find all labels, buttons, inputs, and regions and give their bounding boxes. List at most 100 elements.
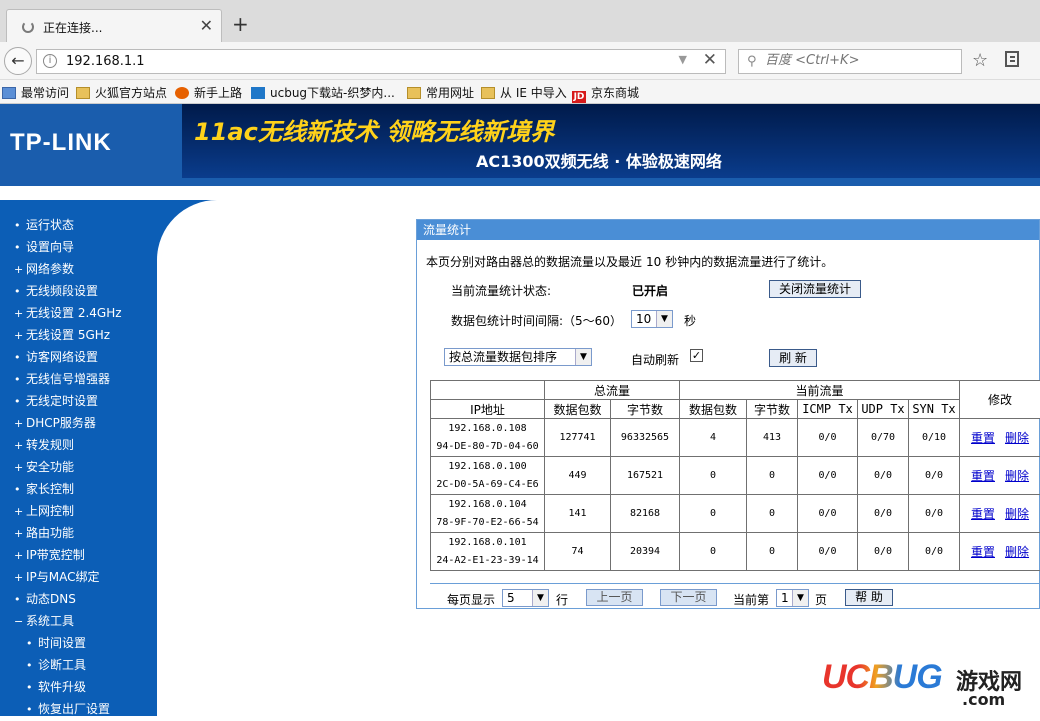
sidebar-subitem-diagnostics[interactable]: •诊断工具 [0,654,157,676]
reset-link[interactable]: 重置 [971,431,995,445]
chevron-down-icon: ▼ [532,590,548,606]
sidebar-item-dhcp[interactable]: +DHCP服务器 [0,412,157,434]
syn-cell: 0/0 [909,457,960,495]
sidebar-item-system-tools[interactable]: −系统工具 [0,610,157,632]
icmp-header: ICMP Tx [798,400,858,419]
udp-cell: 0/0 [858,533,909,571]
reading-list-icon[interactable] [1005,51,1019,67]
udp-cell: 0/0 [858,457,909,495]
sidebar-item-access-control[interactable]: +上网控制 [0,500,157,522]
firefox-icon [175,87,189,99]
sidebar-item-network-params[interactable]: +网络参数 [0,258,157,280]
per-page-unit: 行 [556,591,568,608]
sidebar-item-setup-wizard[interactable]: •设置向导 [0,236,157,258]
packets-cell: 449 [545,457,611,495]
sidebar-item-wireless-schedule[interactable]: •无线定时设置 [0,390,157,412]
url-bar[interactable]: i 192.168.1.1 ▼ ✕ [36,49,726,74]
sidebar-curve [157,200,277,260]
table-row: 192.168.0.10478-9F-70-E2-66-54 141 82168… [431,495,1040,533]
back-button[interactable]: ← [4,47,32,75]
chevron-down-icon[interactable]: ▼ [679,53,687,66]
sidebar-item-wireless-5g[interactable]: +无线设置 5GHz [0,324,157,346]
bookmark-star-icon[interactable]: ☆ [972,50,988,71]
interval-select[interactable]: 10▼ [631,310,673,328]
bytes-header: 字节数 [611,400,680,419]
ip-mac-cell: 192.168.0.10894-DE-80-7D-04-60 [431,419,545,457]
prev-page-button[interactable]: 上一页 [586,589,643,606]
udp-cell: 0/70 [858,419,909,457]
cur-bytes-header: 字节数 [747,400,798,419]
search-input[interactable] [765,53,955,68]
reset-link[interactable]: 重置 [971,469,995,483]
sidebar-subitem-time[interactable]: •时间设置 [0,632,157,654]
sidebar-item-routing[interactable]: +路由功能 [0,522,157,544]
syn-cell: 0/0 [909,495,960,533]
search-icon: ⚲ [747,54,757,69]
bookmark-jd[interactable]: JD京东商城 [572,84,639,103]
syn-cell: 0/10 [909,419,960,457]
refresh-button[interactable]: 刷 新 [769,349,817,367]
bookmark-most-visited[interactable]: 最常访问 [2,84,69,101]
browser-tab[interactable]: 正在连接... ✕ [6,9,222,42]
delete-link[interactable]: 删除 [1005,545,1029,559]
sidebar-item-bandwidth[interactable]: +IP带宽控制 [0,544,157,566]
help-button[interactable]: 帮 助 [845,589,893,606]
chevron-down-icon: ▼ [575,349,591,365]
toggle-stats-button[interactable]: 关闭流量统计 [769,280,861,298]
intro-text: 本页分别对路由器总的数据流量以及最近10秒钟内的数据流量进行了统计。 [426,253,833,270]
chevron-down-icon: ▼ [792,590,808,606]
folder-icon [407,87,421,99]
delete-link[interactable]: 删除 [1005,469,1029,483]
udp-cell: 0/0 [858,495,909,533]
cur-packets-header: 数据包数 [680,400,747,419]
folder-icon [481,87,495,99]
sidebar-item-security[interactable]: +安全功能 [0,456,157,478]
sidebar-item-guest-network[interactable]: •访客网络设置 [0,346,157,368]
icmp-cell: 0/0 [798,533,858,571]
sidebar-item-running-status[interactable]: •运行状态 [0,214,157,236]
bookmark-common-sites[interactable]: 常用网址 [407,84,474,101]
sidebar-item-parental-control[interactable]: •家长控制 [0,478,157,500]
delete-link[interactable]: 删除 [1005,507,1029,521]
watermark-com: .com [962,690,1005,709]
delete-link[interactable]: 删除 [1005,431,1029,445]
sidebar-item-wireless-band[interactable]: •无线频段设置 [0,280,157,302]
stop-icon[interactable]: ✕ [703,50,717,70]
sidebar-subitem-factory-reset[interactable]: •恢复出厂设置 [0,698,157,720]
bookmark-firefox-official[interactable]: 火狐官方站点 [76,84,167,101]
site-info-icon[interactable]: i [43,54,57,68]
ip-mac-cell: 192.168.0.10478-9F-70-E2-66-54 [431,495,545,533]
sidebar-item-wireless-24g[interactable]: +无线设置 2.4GHz [0,302,157,324]
cur-bytes-cell: 0 [747,457,798,495]
bytes-cell: 82168 [611,495,680,533]
bookmark-import-ie[interactable]: 从 IE 中导入 [481,84,567,101]
table-row: 192.168.0.10124-A2-E1-23-39-14 74 20394 … [431,533,1040,571]
sidebar-subitem-firmware[interactable]: •软件升级 [0,676,157,698]
reset-link[interactable]: 重置 [971,545,995,559]
bookmark-ucbug[interactable]: ucbug下载站-织梦内... [251,84,395,101]
current-page-select[interactable]: 1▼ [776,589,809,607]
close-tab-icon[interactable]: ✕ [200,16,213,35]
search-box[interactable]: ⚲ [738,49,962,74]
bookmark-getting-started[interactable]: 新手上路 [175,84,242,101]
sidebar-item-signal-booster[interactable]: •无线信号增强器 [0,368,157,390]
sidebar-item-forwarding[interactable]: +转发规则 [0,434,157,456]
per-page-select[interactable]: 5▼ [502,589,549,607]
new-tab-button[interactable]: + [232,12,249,36]
ip-header-spacer [431,381,545,400]
next-page-button[interactable]: 下一页 [660,589,717,606]
sort-select[interactable]: 按总流量数据包排序▼ [444,348,592,366]
url-text[interactable]: 192.168.1.1 [66,54,145,69]
auto-refresh-checkbox[interactable]: ✓ [690,349,703,362]
sidebar: •运行状态 •设置向导 +网络参数 •无线频段设置 +无线设置 2.4GHz +… [0,200,157,716]
ucbug-icon [251,87,265,99]
sidebar-item-ddns[interactable]: •动态DNS [0,588,157,610]
reset-link[interactable]: 重置 [971,507,995,521]
watermark-brand: UCBUG [822,658,942,696]
bytes-cell: 96332565 [611,419,680,457]
ucbug-watermark: UCBUG 游戏网 .com [822,658,942,697]
packets-cell: 141 [545,495,611,533]
total-traffic-header: 总流量 [545,381,680,400]
cur-packets-cell: 0 [680,495,747,533]
sidebar-item-ip-mac-binding[interactable]: +IP与MAC绑定 [0,566,157,588]
